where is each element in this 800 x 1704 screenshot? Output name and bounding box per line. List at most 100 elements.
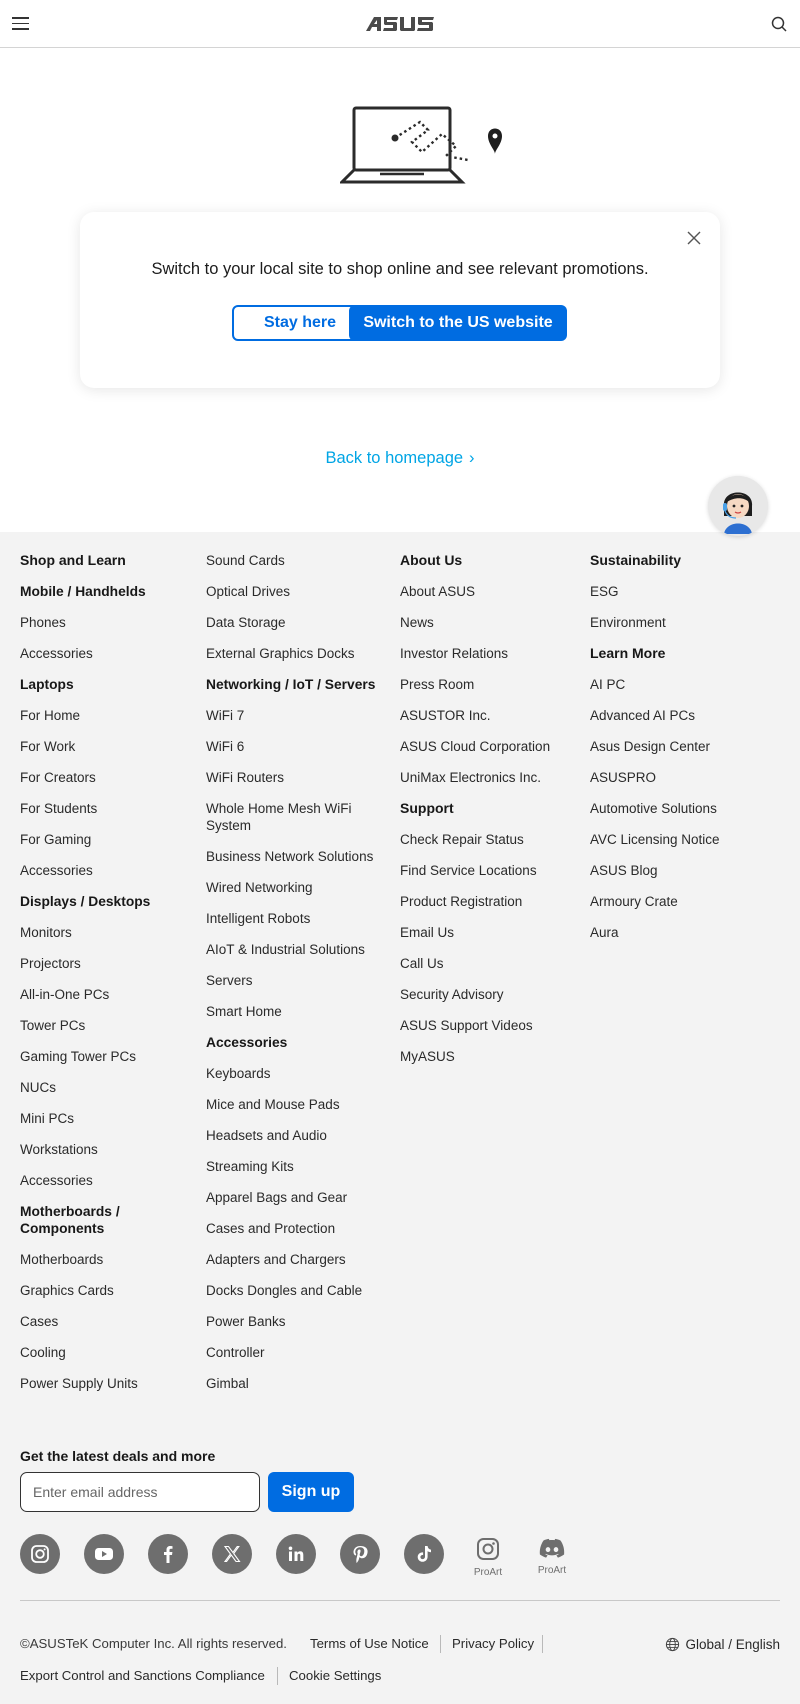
footer-link-data-storage[interactable]: Data Storage [206, 608, 386, 639]
footer-link-automotive-solutions[interactable]: Automotive Solutions [590, 794, 785, 825]
linkedin-icon[interactable] [276, 1534, 316, 1574]
facebook-icon[interactable] [148, 1534, 188, 1574]
instagram-proart-icon[interactable]: ProArt [468, 1537, 508, 1578]
sign-up-button[interactable]: Sign up [268, 1472, 354, 1512]
footer-link-news[interactable]: News [400, 608, 580, 639]
footer-link-gaming-tower-pcs[interactable]: Gaming Tower PCs [20, 1042, 195, 1073]
footer-link-accessories[interactable]: Accessories [20, 856, 195, 887]
footer-link-wifi-routers[interactable]: WiFi Routers [206, 763, 386, 794]
footer-link-advanced-ai-pcs[interactable]: Advanced AI PCs [590, 701, 785, 732]
footer-link-asus-support-videos[interactable]: ASUS Support Videos [400, 1011, 580, 1042]
footer-link-whole-home-mesh-wifi-system[interactable]: Whole Home Mesh WiFi System [206, 794, 386, 842]
switch-site-button[interactable]: Switch to the US website [349, 305, 567, 341]
footer-link-optical-drives[interactable]: Optical Drives [206, 577, 386, 608]
footer-link-avc-licensing-notice[interactable]: AVC Licensing Notice [590, 825, 785, 856]
footer-link-investor-relations[interactable]: Investor Relations [400, 639, 580, 670]
search-icon[interactable] [770, 15, 788, 33]
footer-link-wifi-7[interactable]: WiFi 7 [206, 701, 386, 732]
footer-link-cases[interactable]: Cases [20, 1307, 195, 1338]
footer-link-motherboards[interactable]: Motherboards [20, 1245, 195, 1276]
footer-link-asus-cloud-corporation[interactable]: ASUS Cloud Corporation [400, 732, 580, 763]
footer-link-for-creators[interactable]: For Creators [20, 763, 195, 794]
x-icon[interactable] [212, 1534, 252, 1574]
footer-category-networking-iot-servers[interactable]: Networking / IoT / Servers [206, 670, 386, 701]
footer-category-laptops[interactable]: Laptops [20, 670, 195, 701]
pinterest-icon[interactable] [340, 1534, 380, 1574]
footer-link-all-in-one-pcs[interactable]: All-in-One PCs [20, 980, 195, 1011]
footer-link-asus-design-center[interactable]: Asus Design Center [590, 732, 785, 763]
footer-link-environment[interactable]: Environment [590, 608, 785, 639]
footer-link-for-students[interactable]: For Students [20, 794, 195, 825]
footer-link-unimax-electronics-inc[interactable]: UniMax Electronics Inc. [400, 763, 580, 794]
footer-link-intelligent-robots[interactable]: Intelligent Robots [206, 904, 386, 935]
footer-link-cooling[interactable]: Cooling [20, 1338, 195, 1369]
footer-link-email-us[interactable]: Email Us [400, 918, 580, 949]
footer-category-displays-desktops[interactable]: Displays / Desktops [20, 887, 195, 918]
footer-link-wifi-6[interactable]: WiFi 6 [206, 732, 386, 763]
footer-link-about-asus[interactable]: About ASUS [400, 577, 580, 608]
footer-link-keyboards[interactable]: Keyboards [206, 1059, 386, 1090]
footer-category-mobile-handhelds[interactable]: Mobile / Handhelds [20, 577, 195, 608]
footer-link-myasus[interactable]: MyASUS [400, 1042, 580, 1073]
footer-link-sound-cards[interactable]: Sound Cards [206, 546, 386, 577]
footer-link-gimbal[interactable]: Gimbal [206, 1369, 386, 1400]
footer-link-adapters-and-chargers[interactable]: Adapters and Chargers [206, 1245, 386, 1276]
footer-link-power-banks[interactable]: Power Banks [206, 1307, 386, 1338]
footer-link-find-service-locations[interactable]: Find Service Locations [400, 856, 580, 887]
footer-link-mini-pcs[interactable]: Mini PCs [20, 1104, 195, 1135]
footer-link-security-advisory[interactable]: Security Advisory [400, 980, 580, 1011]
footer-link-phones[interactable]: Phones [20, 608, 195, 639]
instagram-icon[interactable] [20, 1534, 60, 1574]
footer-link-cases-and-protection[interactable]: Cases and Protection [206, 1214, 386, 1245]
footer-link-external-graphics-docks[interactable]: External Graphics Docks [206, 639, 386, 670]
footer-category-motherboards-components[interactable]: Motherboards / Components [20, 1197, 195, 1245]
stay-here-button[interactable]: Stay here [232, 305, 368, 341]
footer-link-business-network-solutions[interactable]: Business Network Solutions [206, 842, 386, 873]
footer-link-wired-networking[interactable]: Wired Networking [206, 873, 386, 904]
tiktok-icon[interactable] [404, 1534, 444, 1574]
footer-link-smart-home[interactable]: Smart Home [206, 997, 386, 1028]
footer-link-product-registration[interactable]: Product Registration [400, 887, 580, 918]
footer-link-projectors[interactable]: Projectors [20, 949, 195, 980]
footer-link-press-room[interactable]: Press Room [400, 670, 580, 701]
footer-link-accessories[interactable]: Accessories [20, 1166, 195, 1197]
footer-link-call-us[interactable]: Call Us [400, 949, 580, 980]
privacy-policy-link[interactable]: Privacy Policy [452, 1636, 534, 1651]
youtube-icon[interactable] [84, 1534, 124, 1574]
discord-proart-icon[interactable]: ProArt [532, 1537, 572, 1576]
footer-link-mice-and-mouse-pads[interactable]: Mice and Mouse Pads [206, 1090, 386, 1121]
footer-link-monitors[interactable]: Monitors [20, 918, 195, 949]
footer-link-asus-blog[interactable]: ASUS Blog [590, 856, 785, 887]
support-agent-avatar[interactable] [708, 476, 768, 536]
footer-link-asustor-inc[interactable]: ASUSTOR Inc. [400, 701, 580, 732]
footer-link-headsets-and-audio[interactable]: Headsets and Audio [206, 1121, 386, 1152]
close-icon[interactable] [684, 228, 704, 248]
export-control-link[interactable]: Export Control and Sanctions Compliance [20, 1668, 265, 1683]
footer-link-tower-pcs[interactable]: Tower PCs [20, 1011, 195, 1042]
footer-link-graphics-cards[interactable]: Graphics Cards [20, 1276, 195, 1307]
footer-link-aiot-industrial-solutions[interactable]: AIoT & Industrial Solutions [206, 935, 386, 966]
footer-link-streaming-kits[interactable]: Streaming Kits [206, 1152, 386, 1183]
footer-link-servers[interactable]: Servers [206, 966, 386, 997]
terms-of-use-link[interactable]: Terms of Use Notice [310, 1636, 429, 1651]
footer-link-controller[interactable]: Controller [206, 1338, 386, 1369]
footer-link-for-gaming[interactable]: For Gaming [20, 825, 195, 856]
cookie-settings-link[interactable]: Cookie Settings [289, 1668, 381, 1683]
footer-link-for-home[interactable]: For Home [20, 701, 195, 732]
email-input[interactable] [20, 1472, 260, 1512]
footer-link-power-supply-units[interactable]: Power Supply Units [20, 1369, 195, 1400]
language-selector[interactable]: Global / English [665, 1637, 780, 1652]
footer-link-nucs[interactable]: NUCs [20, 1073, 195, 1104]
hamburger-icon[interactable] [12, 17, 29, 30]
footer-link-ai-pc[interactable]: AI PC [590, 670, 785, 701]
footer-link-accessories[interactable]: Accessories [20, 639, 195, 670]
back-to-homepage-link[interactable]: Back to homepage › [0, 449, 800, 468]
footer-link-check-repair-status[interactable]: Check Repair Status [400, 825, 580, 856]
footer-link-apparel-bags-and-gear[interactable]: Apparel Bags and Gear [206, 1183, 386, 1214]
footer-category-accessories[interactable]: Accessories [206, 1028, 386, 1059]
footer-link-asuspro[interactable]: ASUSPRO [590, 763, 785, 794]
footer-link-esg[interactable]: ESG [590, 577, 785, 608]
asus-logo[interactable] [365, 14, 435, 34]
footer-link-for-work[interactable]: For Work [20, 732, 195, 763]
footer-link-armoury-crate[interactable]: Armoury Crate [590, 887, 785, 918]
